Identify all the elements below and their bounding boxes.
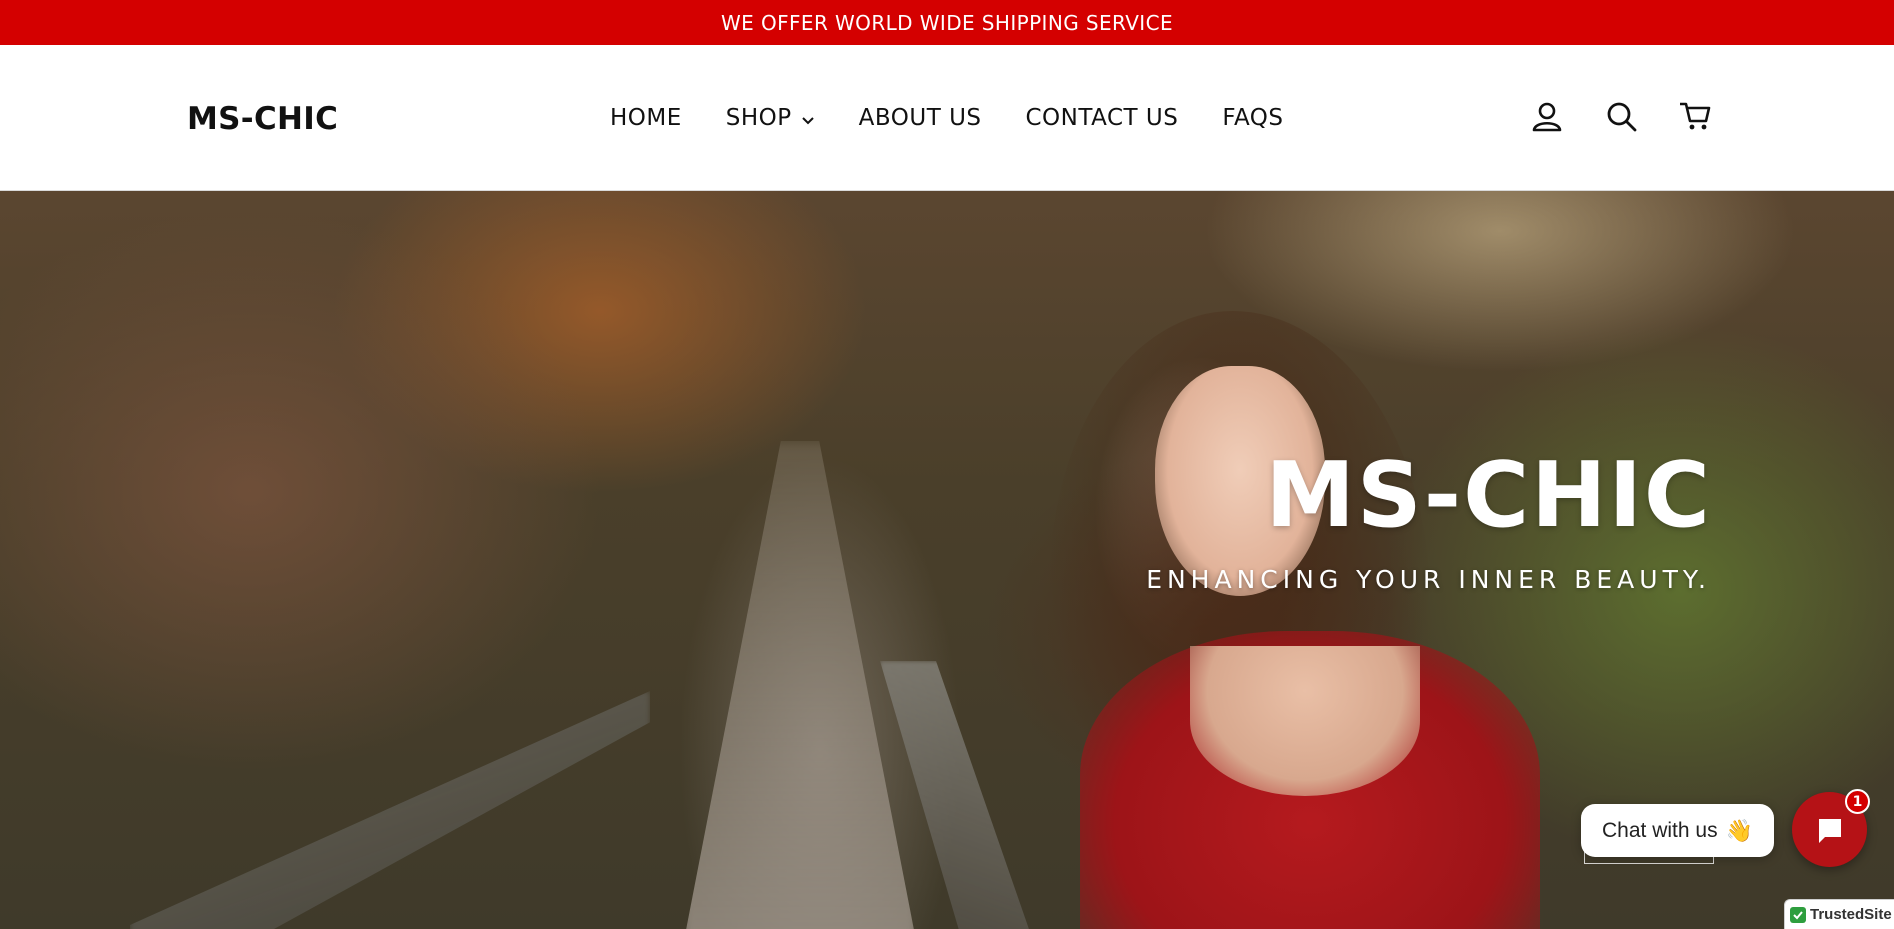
announcement-text: WE OFFER WORLD WIDE SHIPPING SERVICE [721,10,1173,35]
chat-label: Chat with us [1602,818,1718,842]
hero-subtitle: ENHANCING YOUR INNER BEAUTY. [1146,565,1711,594]
hero-model-neckline [1190,646,1420,796]
nav-about-us-label: ABOUT US [858,105,982,131]
hero-background-walkway [680,441,920,929]
announcement-bar: WE OFFER WORLD WIDE SHIPPING SERVICE [0,0,1894,45]
nav-shop[interactable]: SHOP [726,105,815,131]
chat-with-us-bubble[interactable]: Chat with us 👋 [1581,804,1774,857]
trustedsite-badge[interactable]: TrustedSite [1784,899,1894,929]
user-icon[interactable] [1530,99,1564,133]
nav-faqs-label: FAQS [1222,105,1284,131]
trustedsite-label: TrustedSite [1810,906,1892,923]
nav-about-us[interactable]: ABOUT US [859,105,982,131]
nav-faqs[interactable]: FAQS [1222,105,1283,131]
chat-notification-badge: 1 [1845,789,1870,814]
nav-home-label: HOME [610,105,682,131]
cart-icon[interactable] [1678,99,1712,133]
main-nav: HOME SHOP ABOUT US CONTACT US FAQS [610,105,1283,131]
chevron-down-icon [801,113,815,127]
nav-contact-us-label: CONTACT US [1025,105,1179,131]
site-logo[interactable]: MS-CHIC [187,101,338,137]
hero-title: MS-CHIC [1265,443,1712,548]
nav-home[interactable]: HOME [610,105,682,131]
wave-icon: 👋 [1725,817,1753,843]
site-header: MS-CHIC HOME SHOP ABOUT US CONTACT US FA… [0,45,1894,191]
nav-shop-label: SHOP [725,105,792,131]
header-actions [1530,99,1712,133]
hero-background-rail [130,691,650,929]
chat-icon [1814,814,1846,846]
search-icon[interactable] [1604,99,1638,133]
check-icon [1790,906,1806,923]
nav-contact-us[interactable]: CONTACT US [1026,105,1179,131]
